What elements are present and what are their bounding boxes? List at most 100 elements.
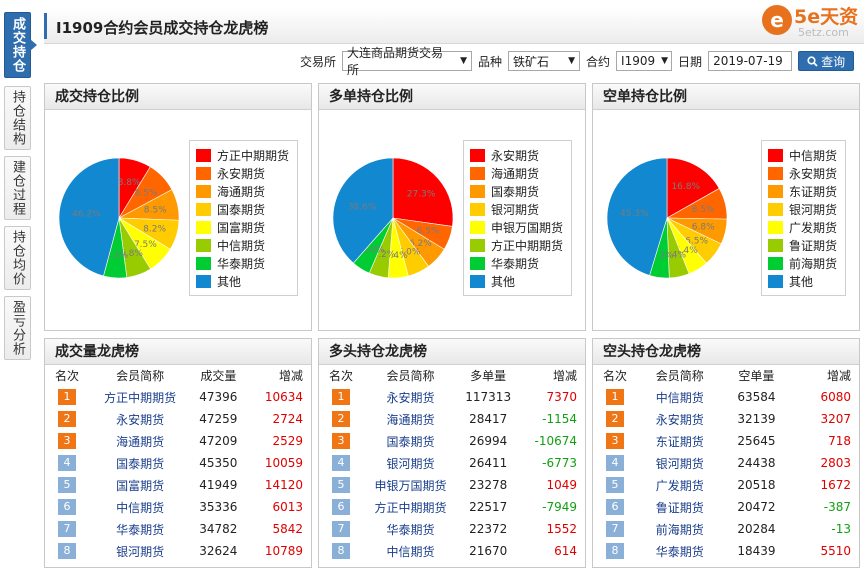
change-cell: 1049 (546, 478, 577, 492)
legend-item[interactable]: 永安期货 (196, 164, 289, 182)
legend-item[interactable]: 东证期货 (768, 182, 837, 200)
rank-badge: 3 (332, 433, 350, 449)
member-name[interactable]: 中信期货 (637, 386, 722, 408)
legend-item[interactable]: 其他 (768, 272, 837, 290)
member-name[interactable]: 永安期货 (637, 408, 722, 430)
member-name[interactable]: 永安期货 (89, 408, 191, 430)
member-name[interactable]: 中信期货 (363, 540, 458, 562)
legend-item[interactable]: 永安期货 (470, 146, 563, 164)
legend-item[interactable]: 永安期货 (768, 164, 837, 182)
member-name[interactable]: 银河期货 (637, 452, 722, 474)
legend-label: 中信期货 (789, 148, 838, 163)
column-header: 成交量 (200, 369, 237, 383)
value-cell: 20284 (737, 522, 776, 536)
logo-text: 5e天资 (794, 6, 859, 28)
side-tab-position-structure[interactable]: 持仓结构 (4, 86, 31, 150)
legend-item[interactable]: 国泰期货 (470, 182, 563, 200)
legend-item[interactable]: 其他 (470, 272, 563, 290)
table-row: 4 银河期货 26411 -6773 (319, 452, 585, 474)
legend-item[interactable]: 广发期货 (768, 218, 837, 236)
query-button[interactable]: 查询 (798, 51, 855, 71)
member-name[interactable]: 国泰期货 (89, 452, 191, 474)
rank-badge: 5 (332, 477, 350, 493)
pie-slice-label: 8.5% (144, 206, 167, 216)
table-row: 2 海通期货 28417 -1154 (319, 408, 585, 430)
legend-item[interactable]: 银河期货 (768, 200, 837, 218)
ranking-panel-short: 空头持仓龙虎榜 名次 会员简称 空单量 增减 1 中信期货 63584 6080 2 永安期货 32… (592, 338, 860, 568)
member-name[interactable]: 银河期货 (89, 540, 191, 562)
legend-item[interactable]: 中信期货 (768, 146, 837, 164)
rank-badge: 1 (58, 389, 76, 405)
panel-title: 成交持仓比例 (45, 84, 311, 110)
column-header: 名次 (602, 369, 627, 383)
member-name[interactable]: 申银万国期货 (363, 474, 458, 496)
member-name[interactable]: 华泰期货 (363, 518, 458, 540)
pie-slice-label: 8.5% (692, 205, 715, 215)
member-name[interactable]: 中信期货 (89, 496, 191, 518)
rank-badge: 7 (332, 521, 350, 537)
legend-label: 广发期货 (789, 220, 838, 235)
pie-legend-long: 永安期货 海通期货国泰期货 银河期货 申银万国期货 方正中期期货 华泰期货 其他 (463, 140, 573, 296)
rank-cell: 2 (319, 408, 363, 430)
legend-item[interactable]: 方正中期期货 (470, 236, 563, 254)
legend-label: 其他 (789, 274, 814, 289)
legend-item[interactable]: 海通期货 (196, 182, 289, 200)
side-tab-build-process[interactable]: 建仓过程 (4, 156, 31, 220)
legend-label: 银河期货 (789, 202, 838, 217)
member-name[interactable]: 广发期货 (637, 474, 722, 496)
date-input[interactable]: 2019-07-19 (708, 51, 793, 71)
member-name[interactable]: 国泰期货 (363, 430, 458, 452)
table-row: 1 中信期货 63584 6080 (593, 386, 859, 408)
legend-label: 中信期货 (217, 238, 266, 253)
member-name[interactable]: 方正中期期货 (363, 496, 458, 518)
legend-item[interactable]: 华泰期货 (196, 254, 289, 272)
panel-title: 多头持仓龙虎榜 (319, 339, 585, 365)
legend-swatch (768, 148, 783, 162)
member-name[interactable]: 华泰期货 (637, 540, 722, 562)
member-name[interactable]: 国富期货 (89, 474, 191, 496)
member-name[interactable]: 海通期货 (89, 430, 191, 452)
member-name[interactable]: 华泰期货 (89, 518, 191, 540)
rank-cell: 5 (319, 474, 363, 496)
member-name[interactable]: 银河期货 (363, 452, 458, 474)
legend-item[interactable]: 其他 (196, 272, 289, 290)
legend-swatch (196, 256, 211, 270)
panel-title: 多单持仓比例 (319, 84, 585, 110)
member-name[interactable]: 鲁证期货 (637, 496, 722, 518)
ranking-table-short: 名次 会员简称 空单量 增减 1 中信期货 63584 6080 2 永安期货 32139 3207 3… (593, 365, 859, 562)
legend-label: 鲁证期货 (789, 238, 838, 253)
member-name[interactable]: 永安期货 (363, 386, 458, 408)
side-tab-pnl-analysis[interactable]: 盈亏分析 (4, 296, 31, 360)
legend-swatch (768, 166, 783, 180)
legend-item[interactable]: 鲁证期货 (768, 236, 837, 254)
header-accent-bar (44, 13, 47, 39)
legend-swatch (196, 148, 211, 162)
legend-item[interactable]: 申银万国期货 (470, 218, 563, 236)
legend-item[interactable]: 银河期货 (470, 200, 563, 218)
table-row: 6 中信期货 35336 6013 (45, 496, 311, 518)
legend-item[interactable]: 华泰期货 (470, 254, 563, 272)
member-name[interactable]: 方正中期期货 (89, 386, 191, 408)
table-row: 5 广发期货 20518 1672 (593, 474, 859, 496)
legend-item[interactable]: 方正中期期货 (196, 146, 289, 164)
contract-select[interactable]: I1909 ▼ (616, 51, 673, 71)
legend-item[interactable]: 中信期货 (196, 236, 289, 254)
value-cell: 47396 (199, 390, 238, 404)
member-name[interactable]: 前海期货 (637, 518, 722, 540)
exchange-select[interactable]: 大连商品期货交易所 ▼ (342, 46, 473, 77)
legend-label: 国泰期货 (491, 184, 540, 199)
value-cell: 20518 (737, 478, 776, 492)
legend-swatch (470, 184, 485, 198)
side-tab-trading-position[interactable]: 成交持仓 (4, 12, 37, 78)
site-logo[interactable]: e 5e天资 5etz.com (762, 2, 862, 42)
side-tab-avg-price[interactable]: 持仓均价 (4, 226, 31, 290)
member-name[interactable]: 海通期货 (363, 408, 458, 430)
product-select[interactable]: 铁矿石 ▼ (508, 51, 581, 71)
legend-item[interactable]: 前海期货 (768, 254, 837, 272)
member-name[interactable]: 东证期货 (637, 430, 722, 452)
legend-item[interactable]: 海通期货 (470, 164, 563, 182)
legend-item[interactable]: 国泰期货 (196, 200, 289, 218)
legend-swatch (768, 256, 783, 270)
legend-item[interactable]: 国富期货 (196, 218, 289, 236)
rank-badge: 8 (606, 543, 624, 559)
